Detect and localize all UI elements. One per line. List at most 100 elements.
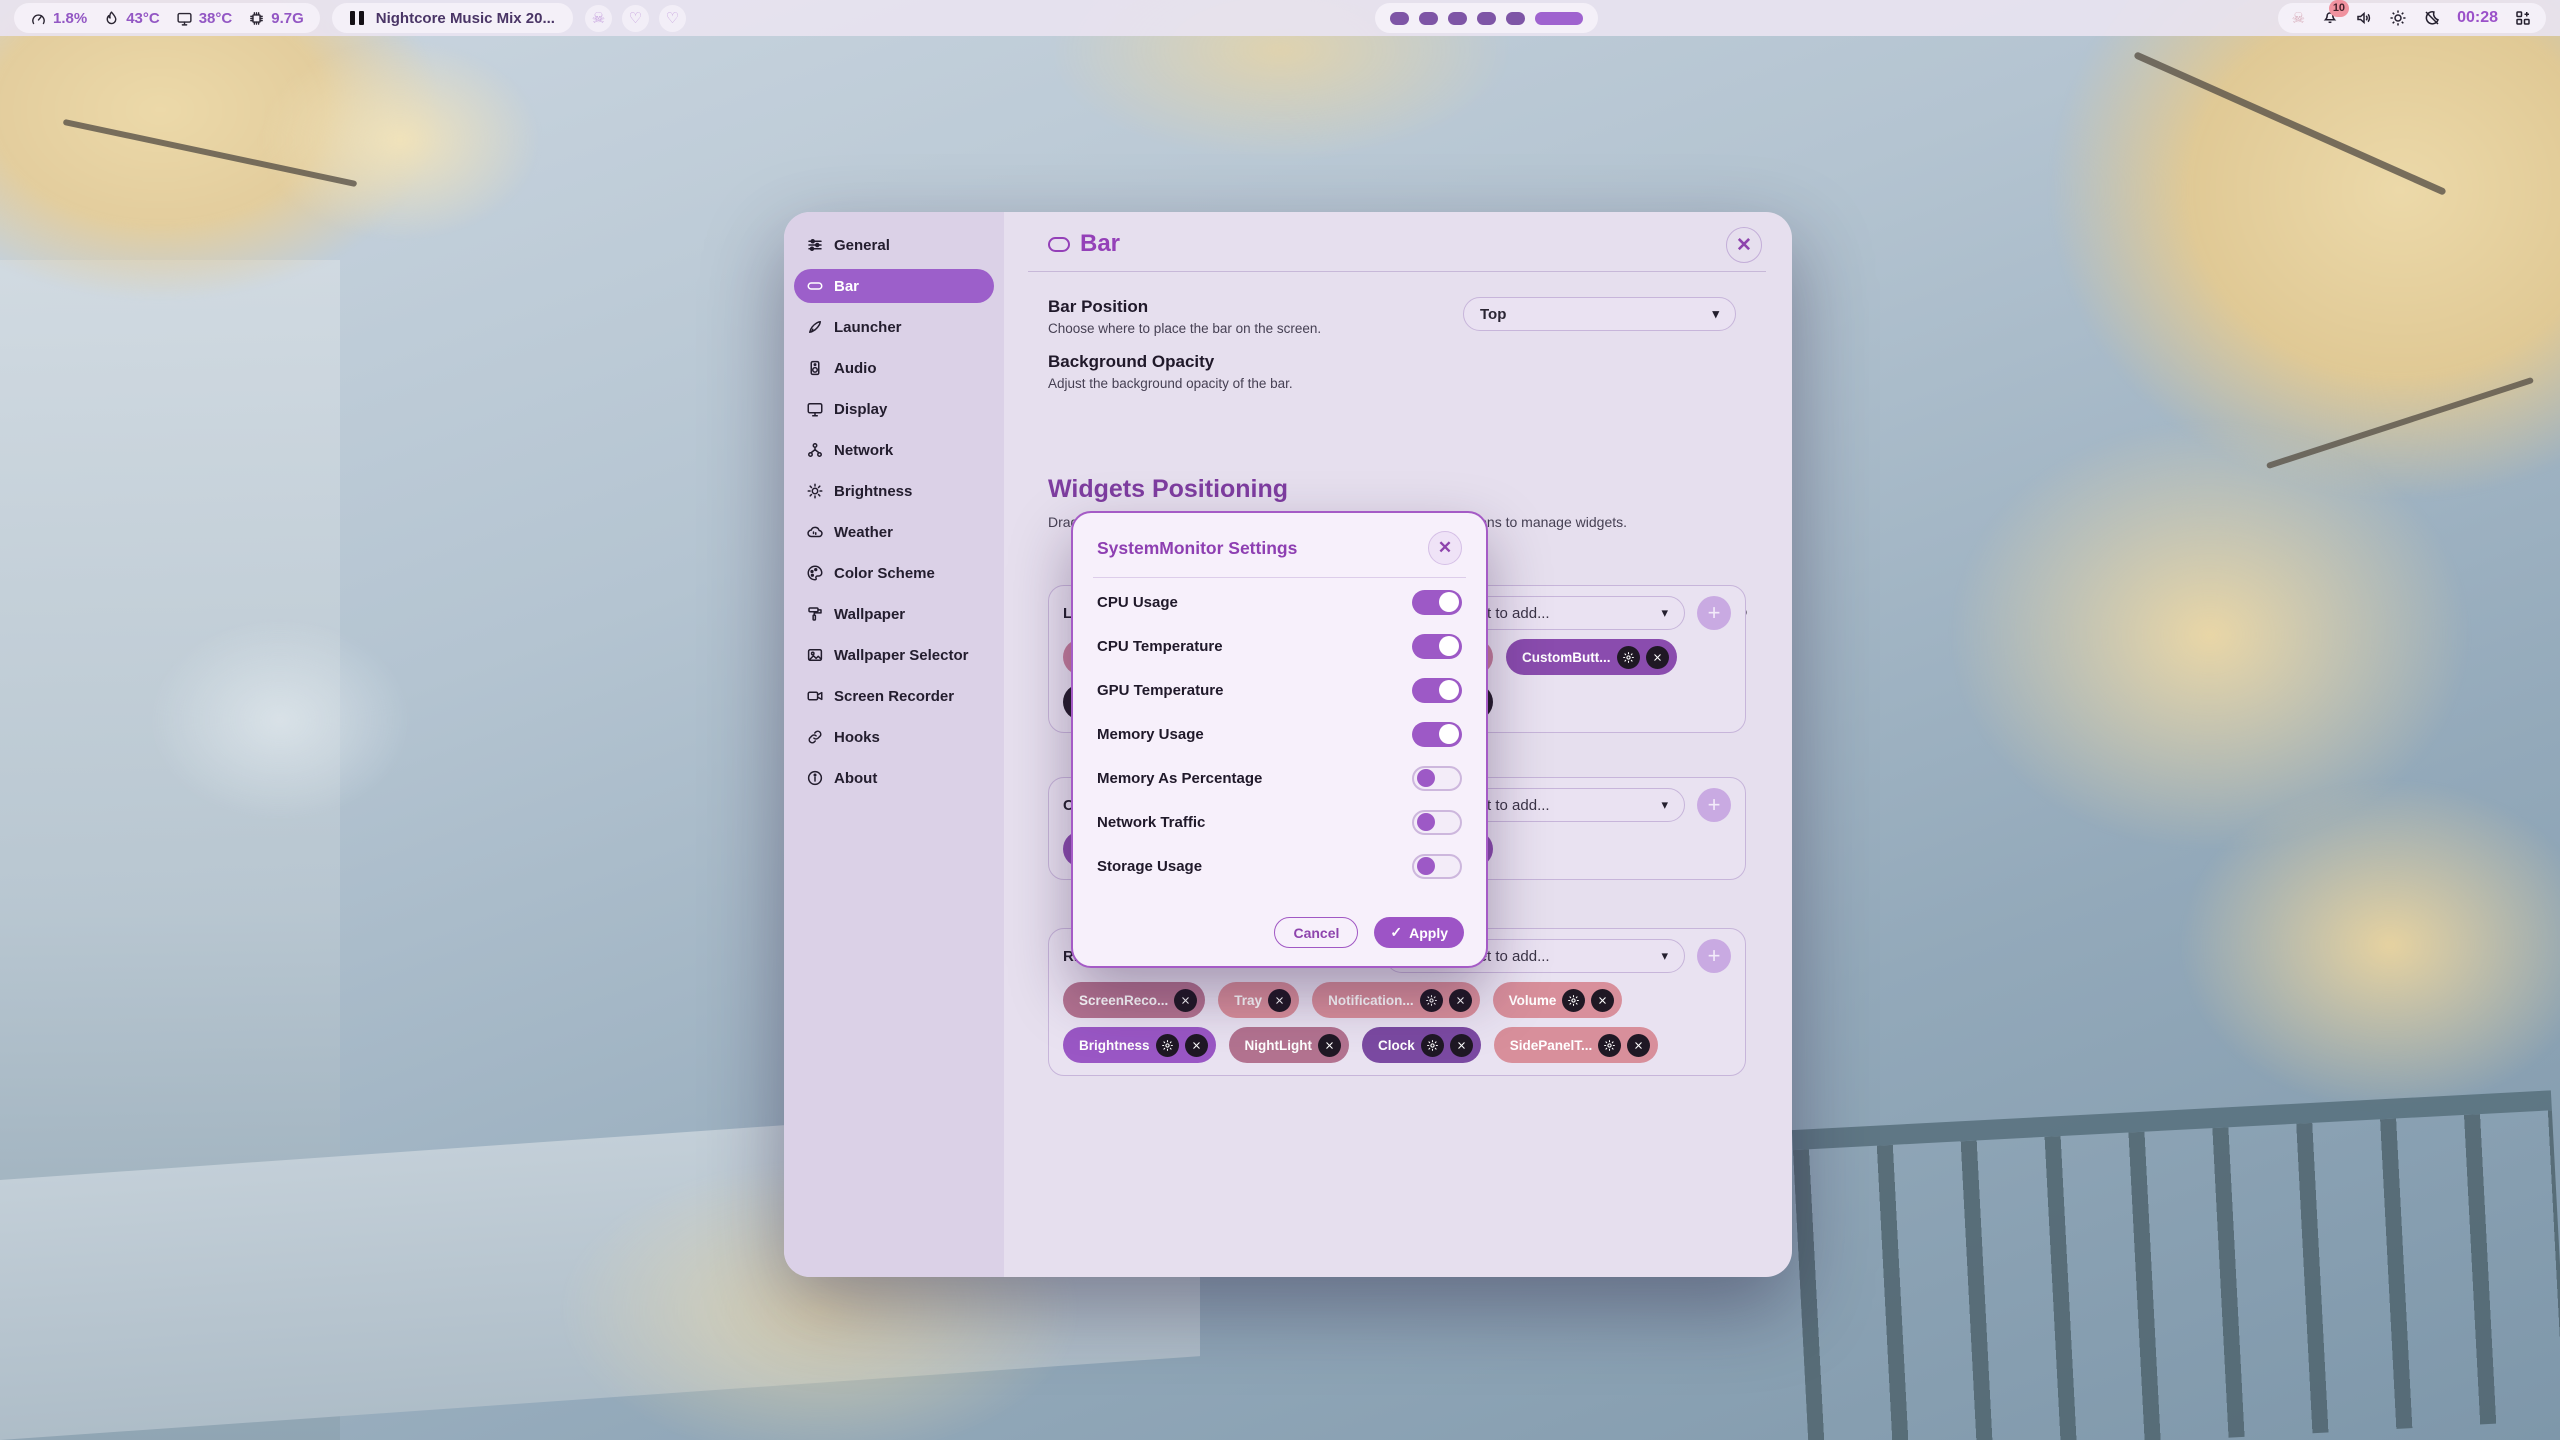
widget-chip[interactable]: Tray	[1218, 982, 1299, 1018]
widget-chip-label: Volume	[1509, 993, 1557, 1008]
notifications-button[interactable]: 10	[2321, 7, 2339, 30]
widget-settings-button[interactable]	[1421, 1034, 1444, 1057]
sidebar-item-hooks[interactable]: Hooks	[794, 720, 994, 754]
info-icon	[806, 769, 824, 787]
widget-remove-button[interactable]	[1450, 1034, 1473, 1057]
toggle-cpu-temperature[interactable]	[1412, 634, 1462, 659]
toggle-label: Memory As Percentage	[1097, 770, 1262, 787]
workspace-dot-4[interactable]	[1477, 12, 1496, 25]
workspaces-module[interactable]	[1375, 3, 1598, 33]
top-bar: 1.8%43°C38°C9.7G Nightcore Music Mix 20.…	[0, 0, 2560, 36]
widget-chip[interactable]: Clock	[1362, 1027, 1481, 1063]
gear-icon	[1425, 994, 1438, 1007]
sidebar-item-label: Wallpaper	[834, 606, 905, 623]
widget-chip[interactable]: Brightness	[1063, 1027, 1216, 1063]
cancel-button[interactable]: Cancel	[1274, 917, 1358, 948]
chevron-down-icon: ▾	[1661, 948, 1668, 964]
sidebar-item-screen-recorder[interactable]: Screen Recorder	[794, 679, 994, 713]
image-icon	[806, 646, 824, 664]
widget-remove-button[interactable]	[1185, 1034, 1208, 1057]
add-widget-button[interactable]: +	[1697, 596, 1731, 630]
sidebar-item-wallpaper-selector[interactable]: Wallpaper Selector	[794, 638, 994, 672]
widget-settings-button[interactable]	[1562, 989, 1585, 1012]
apply-button[interactable]: ✓ Apply	[1374, 917, 1464, 948]
window-close-button[interactable]: ✕	[1726, 227, 1762, 263]
sidebar-item-audio[interactable]: Audio	[794, 351, 994, 385]
toggle-row: Network Traffic	[1097, 800, 1462, 844]
widget-chip[interactable]: SidePanelT...	[1494, 1027, 1659, 1063]
dialog-title: SystemMonitor Settings	[1097, 538, 1297, 559]
widget-settings-button[interactable]	[1598, 1034, 1621, 1057]
workspace-dot-5[interactable]	[1506, 12, 1525, 25]
brightness-icon[interactable]	[2389, 9, 2407, 27]
widget-chip-label: NightLight	[1245, 1038, 1312, 1053]
cloud-icon	[806, 523, 824, 541]
heart-button[interactable]: ♡	[622, 5, 649, 32]
toggle-gpu-temperature[interactable]	[1412, 678, 1462, 703]
sidebar-item-display[interactable]: Display	[794, 392, 994, 426]
nightlight-off-icon[interactable]	[2423, 9, 2441, 27]
sidebar-item-general[interactable]: General	[794, 228, 994, 262]
widget-remove-button[interactable]	[1449, 989, 1472, 1012]
toggle-memory-as-percentage[interactable]	[1412, 766, 1462, 791]
toggle-row: CPU Temperature	[1097, 624, 1462, 668]
sidebar-item-launcher[interactable]: Launcher	[794, 310, 994, 344]
bar-position-field: Bar Position Choose where to place the b…	[1048, 297, 1321, 336]
background-opacity-field: Background Opacity Adjust the background…	[1048, 352, 1293, 391]
add-widget-button[interactable]: +	[1697, 939, 1731, 973]
toggle-network-traffic[interactable]	[1412, 810, 1462, 835]
heart-button[interactable]: ♡	[659, 5, 686, 32]
dialog-close-button[interactable]: ✕	[1428, 531, 1462, 565]
toggle-label: Memory Usage	[1097, 726, 1204, 743]
widget-settings-button[interactable]	[1156, 1034, 1179, 1057]
skull-button[interactable]: ☠	[585, 5, 612, 32]
close-icon	[1179, 994, 1192, 1007]
workspace-dot-1[interactable]	[1390, 12, 1409, 25]
add-widget-button[interactable]: +	[1697, 788, 1731, 822]
workspace-dot-6[interactable]	[1535, 12, 1583, 25]
sidebar-item-label: Wallpaper Selector	[834, 647, 969, 664]
sidebar-item-wallpaper[interactable]: Wallpaper	[794, 597, 994, 631]
stat-value: 43°C	[126, 10, 160, 27]
toggle-cpu-usage[interactable]	[1412, 590, 1462, 615]
sidebar-item-color-scheme[interactable]: Color Scheme	[794, 556, 994, 590]
widget-remove-button[interactable]	[1627, 1034, 1650, 1057]
widget-settings-button[interactable]	[1420, 989, 1443, 1012]
sidebar-item-about[interactable]: About	[794, 761, 994, 795]
workspace-dot-2[interactable]	[1419, 12, 1438, 25]
widget-chip[interactable]: ScreenReco...	[1063, 982, 1205, 1018]
sidebar-item-brightness[interactable]: Brightness	[794, 474, 994, 508]
widget-remove-button[interactable]	[1646, 646, 1669, 669]
widget-chip[interactable]: Notification...	[1312, 982, 1480, 1018]
widget-chip[interactable]: Volume	[1493, 982, 1623, 1018]
media-module[interactable]: Nightcore Music Mix 20...	[332, 3, 573, 33]
tray-app-icon[interactable]: ☠	[2292, 9, 2305, 27]
clock[interactable]: 00:28	[2457, 9, 2498, 27]
sidebar-item-weather[interactable]: Weather	[794, 515, 994, 549]
toggle-knob	[1439, 680, 1459, 700]
toggle-memory-usage[interactable]	[1412, 722, 1462, 747]
sidebar-item-network[interactable]: Network	[794, 433, 994, 467]
bar-position-label: Bar Position	[1048, 297, 1321, 317]
stat-value: 9.7G	[271, 10, 304, 27]
widget-chip[interactable]: CustomButt...	[1506, 639, 1677, 675]
toggle-knob	[1417, 813, 1435, 831]
widget-remove-button[interactable]	[1591, 989, 1614, 1012]
gear-icon	[1426, 1039, 1439, 1052]
toggle-storage-usage[interactable]	[1412, 854, 1462, 879]
widget-remove-button[interactable]	[1268, 989, 1291, 1012]
check-icon: ✓	[1390, 924, 1402, 941]
widget-settings-button[interactable]	[1617, 646, 1640, 669]
widget-remove-button[interactable]	[1318, 1034, 1341, 1057]
workspace-dot-3[interactable]	[1448, 12, 1467, 25]
sidebar-item-bar[interactable]: Bar	[794, 269, 994, 303]
bar-pill-icon	[1048, 237, 1070, 252]
settings-sidebar: General Bar Launcher Audio Display Network Bri…	[784, 212, 1004, 1277]
volume-icon[interactable]	[2355, 9, 2373, 27]
bar-position-select[interactable]: Top ▾	[1463, 297, 1736, 331]
dashboard-icon[interactable]	[2514, 9, 2532, 27]
widget-chip[interactable]: NightLight	[1229, 1027, 1349, 1063]
widget-remove-button[interactable]	[1174, 989, 1197, 1012]
system-stats-module[interactable]: 1.8%43°C38°C9.7G	[14, 3, 320, 33]
header-divider	[1028, 271, 1766, 272]
